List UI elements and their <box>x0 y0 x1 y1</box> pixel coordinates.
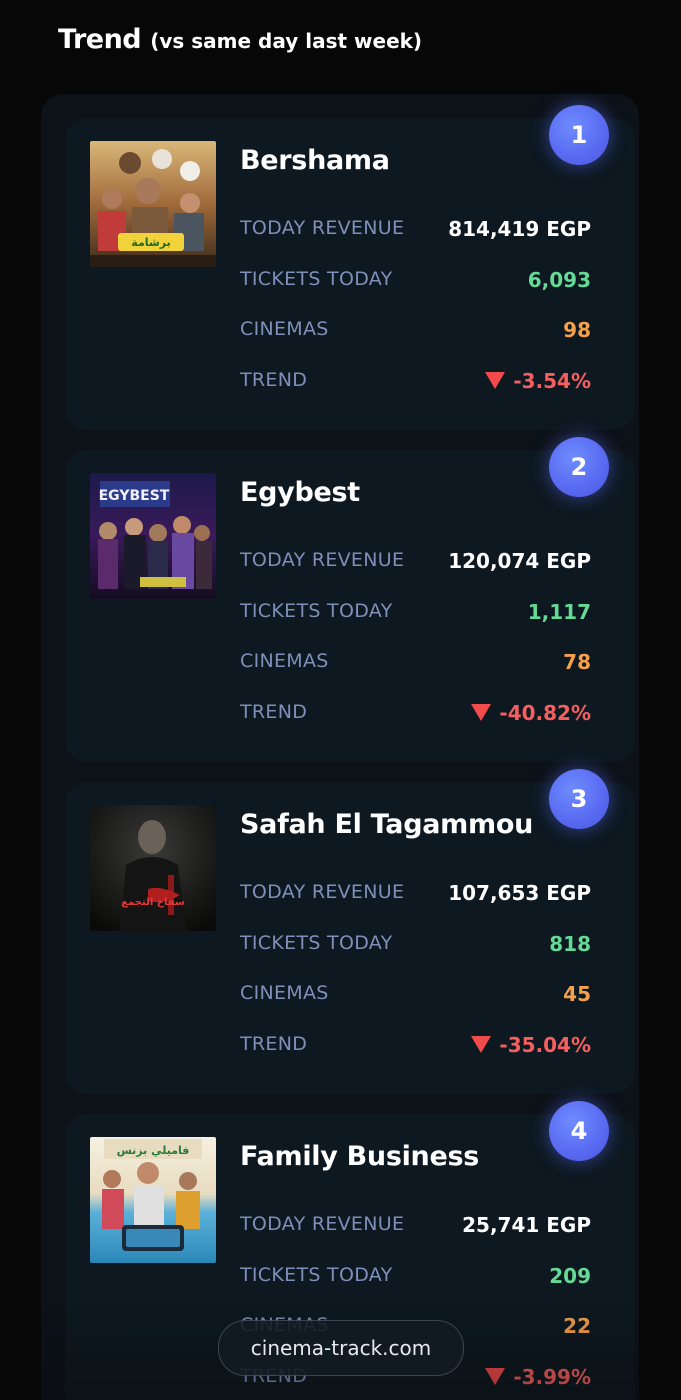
movie-title: Safah El Tagammou <box>240 809 533 840</box>
revenue-row: TODAY REVENUE 107,653 EGP <box>240 881 591 911</box>
tickets-value: 1,117 <box>527 600 591 624</box>
movie-poster: EGYBEST <box>90 473 216 599</box>
revenue-label: TODAY REVENUE <box>240 549 405 571</box>
down-triangle-icon <box>485 372 506 389</box>
watermark-badge[interactable]: cinema-track.com <box>218 1320 464 1376</box>
cinemas-value: 78 <box>563 650 591 674</box>
tickets-row: TICKETS TODAY 1,117 <box>240 600 591 630</box>
movie-poster: سفاح التجمع <box>90 805 216 931</box>
trend-value: -35.04% <box>499 1033 591 1057</box>
movie-poster: برشامة <box>90 141 216 267</box>
trend-label: TREND <box>240 1033 308 1055</box>
trend-row: TREND -40.82% <box>240 701 591 731</box>
trend-row: TREND -35.04% <box>240 1033 591 1063</box>
trend-value-wrap: -35.04% <box>471 1033 591 1057</box>
cinemas-label: CINEMAS <box>240 318 329 340</box>
tickets-row: TICKETS TODAY 6,093 <box>240 268 591 298</box>
revenue-row: TODAY REVENUE 120,074 EGP <box>240 549 591 579</box>
trend-label: TREND <box>240 369 308 391</box>
revenue-label: TODAY REVENUE <box>240 217 405 239</box>
rank-badge: 4 <box>549 1101 609 1161</box>
cinemas-row: CINEMAS 98 <box>240 318 591 348</box>
section-title: Trend <box>58 24 142 55</box>
tickets-row: TICKETS TODAY 209 <box>240 1264 591 1294</box>
movie-poster: فاميلي بزنس <box>90 1137 216 1263</box>
tickets-value: 6,093 <box>527 268 591 292</box>
trend-value-wrap: -40.82% <box>471 701 591 725</box>
movie-title: Bershama <box>240 145 390 176</box>
rank-badge: 3 <box>549 769 609 829</box>
cinemas-value: 98 <box>563 318 591 342</box>
tickets-label: TICKETS TODAY <box>240 1264 393 1286</box>
section-heading: Trend (vs same day last week) <box>58 24 422 55</box>
movie-card[interactable]: سفاح التجمع 3 Safah El Tagammou TODAY RE… <box>66 769 634 1093</box>
tickets-label: TICKETS TODAY <box>240 268 393 290</box>
down-triangle-icon <box>485 1368 506 1385</box>
trend-screen: Trend (vs same day last week) برشامة 1 B… <box>0 0 681 1400</box>
trend-value: -3.54% <box>513 369 591 393</box>
down-triangle-icon <box>471 1036 492 1053</box>
revenue-row: TODAY REVENUE 25,741 EGP <box>240 1213 591 1243</box>
trend-value: -40.82% <box>499 701 591 725</box>
revenue-value: 25,741 EGP <box>462 1213 591 1237</box>
cinemas-label: CINEMAS <box>240 982 329 1004</box>
tickets-label: TICKETS TODAY <box>240 600 393 622</box>
revenue-label: TODAY REVENUE <box>240 1213 405 1235</box>
movie-title: Egybest <box>240 477 360 508</box>
poster-title-text: فاميلي بزنس <box>117 1144 190 1157</box>
movie-card[interactable]: EGYBEST 2 Egybest TODAY REVENUE 120,074 … <box>66 437 634 761</box>
rank-badge: 1 <box>549 105 609 165</box>
tickets-row: TICKETS TODAY 818 <box>240 932 591 962</box>
trend-label: TREND <box>240 701 308 723</box>
cinemas-row: CINEMAS 45 <box>240 982 591 1012</box>
movie-title: Family Business <box>240 1141 480 1172</box>
poster-title-text: برشامة <box>131 236 170 249</box>
tickets-value: 818 <box>549 932 591 956</box>
tickets-label: TICKETS TODAY <box>240 932 393 954</box>
trend-row: TREND -3.54% <box>240 369 591 399</box>
revenue-value: 814,419 EGP <box>448 217 591 241</box>
cinemas-row: CINEMAS 78 <box>240 650 591 680</box>
tickets-value: 209 <box>549 1264 591 1288</box>
movie-card[interactable]: برشامة 1 Bershama TODAY REVENUE 814,419 … <box>66 105 634 429</box>
down-triangle-icon <box>471 704 492 721</box>
cinemas-value: 22 <box>563 1314 591 1338</box>
cinemas-value: 45 <box>563 982 591 1006</box>
revenue-value: 107,653 EGP <box>448 881 591 905</box>
poster-title-text: سفاح التجمع <box>121 897 185 908</box>
poster-title-text: EGYBEST <box>99 488 170 504</box>
revenue-value: 120,074 EGP <box>448 549 591 573</box>
revenue-label: TODAY REVENUE <box>240 881 405 903</box>
trend-value-wrap: -3.54% <box>485 369 591 393</box>
revenue-row: TODAY REVENUE 814,419 EGP <box>240 217 591 247</box>
cinemas-label: CINEMAS <box>240 650 329 672</box>
trend-value-wrap: -3.99% <box>485 1365 591 1389</box>
section-subtitle: (vs same day last week) <box>150 29 423 53</box>
trend-value: -3.99% <box>513 1365 591 1389</box>
rank-badge: 2 <box>549 437 609 497</box>
